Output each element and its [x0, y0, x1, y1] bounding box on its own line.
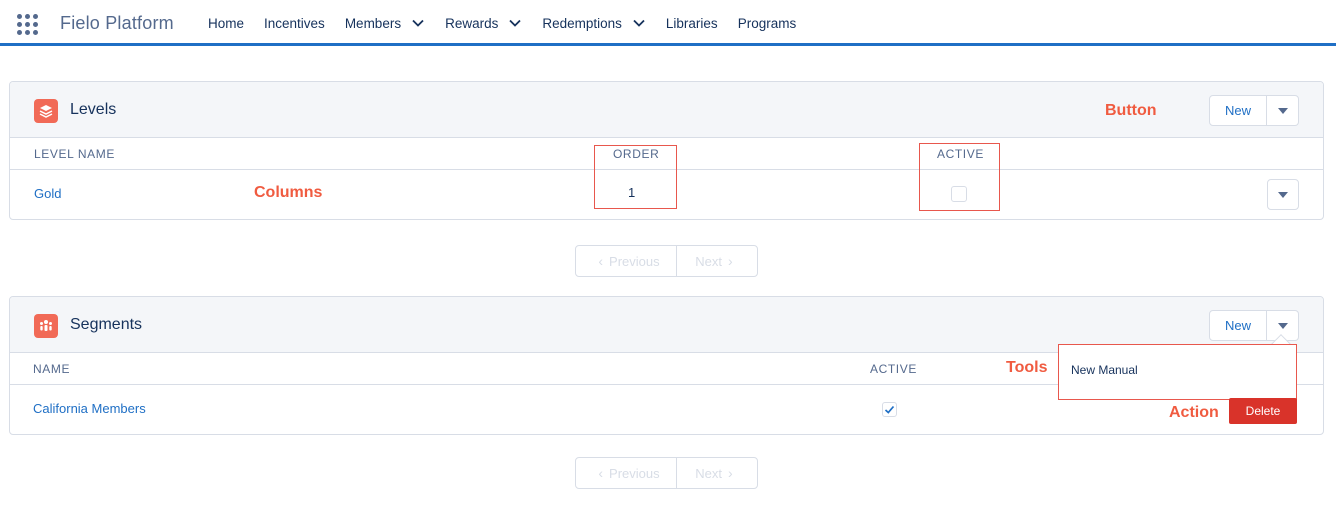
- levels-button-group: New: [1209, 95, 1299, 126]
- next-page-button[interactable]: Next ›: [677, 458, 757, 488]
- segment-name-link[interactable]: California Members: [33, 401, 146, 416]
- app-launcher-icon[interactable]: [17, 14, 39, 36]
- previous-label: Previous: [609, 253, 660, 269]
- segment-active-checkbox: [882, 402, 897, 417]
- annotation-label-action: Action: [1169, 404, 1219, 421]
- previous-page-button[interactable]: ‹ Previous: [576, 246, 677, 276]
- nav-item-label: Home: [208, 15, 245, 31]
- column-header-level-name[interactable]: LEVEL NAME: [34, 147, 115, 161]
- nav-item-incentives[interactable]: Incentives: [254, 0, 335, 46]
- levels-pagination: ‹ Previous Next ›: [575, 245, 758, 277]
- nav-item-label: Rewards: [445, 15, 499, 31]
- nav-menu: Home Incentives Members Rewards Redempti…: [198, 0, 806, 46]
- previous-label: Previous: [609, 465, 660, 481]
- annotation-label-tools: Tools: [1006, 359, 1048, 376]
- next-label: Next: [695, 253, 723, 269]
- segments-pagination: ‹ Previous Next ›: [575, 457, 758, 489]
- chevron-down-icon[interactable]: [508, 16, 522, 30]
- caret-down-icon: [1278, 191, 1288, 198]
- row-actions-menu-button[interactable]: [1267, 179, 1299, 210]
- next-page-button[interactable]: Next ›: [677, 246, 757, 276]
- nav-item-programs[interactable]: Programs: [728, 0, 807, 46]
- segments-button-group: New: [1209, 310, 1299, 341]
- levels-menu-button[interactable]: [1267, 95, 1299, 126]
- annotation-box-order-column: [594, 145, 677, 209]
- previous-page-button[interactable]: ‹ Previous: [576, 458, 677, 488]
- chevron-left-icon: ‹: [598, 253, 604, 269]
- chevron-right-icon: ›: [728, 465, 733, 481]
- column-header-name[interactable]: NAME: [33, 362, 70, 376]
- column-header-active[interactable]: ACTIVE: [870, 362, 917, 376]
- annotation-label-columns: Columns: [254, 184, 323, 201]
- nav-item-label: Redemptions: [542, 15, 622, 31]
- annotation-box-active-column: [919, 143, 1000, 211]
- people-icon: [34, 314, 58, 338]
- top-navigation-bar: Fielo Platform Home Incentives Members R…: [0, 0, 1336, 46]
- segments-title: Segments: [70, 316, 143, 333]
- nav-item-label: Members: [344, 15, 402, 31]
- caret-down-icon: [1277, 322, 1288, 329]
- segments-new-button[interactable]: New: [1209, 310, 1267, 341]
- nav-item-rewards[interactable]: Rewards: [435, 0, 532, 46]
- segments-tools-dropdown: New Manual: [1058, 344, 1297, 400]
- next-label: Next: [695, 465, 723, 481]
- annotation-label-button: Button: [1105, 102, 1157, 119]
- nav-item-redemptions[interactable]: Redemptions: [532, 0, 656, 46]
- chevron-right-icon: ›: [728, 253, 733, 269]
- caret-down-icon: [1277, 107, 1288, 114]
- menu-item-new-manual[interactable]: New Manual: [1071, 363, 1138, 377]
- level-name-link[interactable]: Gold: [34, 186, 61, 201]
- nav-item-label: Libraries: [665, 15, 718, 31]
- chevron-left-icon: ‹: [598, 465, 604, 481]
- nav-item-label: Programs: [737, 15, 797, 31]
- chevron-down-icon[interactable]: [632, 16, 646, 30]
- levels-new-button[interactable]: New: [1209, 95, 1267, 126]
- chevron-down-icon[interactable]: [411, 16, 425, 30]
- app-name: Fielo Platform: [60, 13, 174, 33]
- nav-item-home[interactable]: Home: [198, 0, 254, 46]
- layers-icon: [34, 99, 58, 123]
- delete-button[interactable]: Delete: [1229, 398, 1297, 424]
- nav-item-libraries[interactable]: Libraries: [656, 0, 728, 46]
- check-icon: [884, 405, 895, 414]
- levels-title: Levels: [70, 101, 117, 118]
- nav-item-label: Incentives: [264, 15, 325, 31]
- nav-item-members[interactable]: Members: [335, 0, 435, 46]
